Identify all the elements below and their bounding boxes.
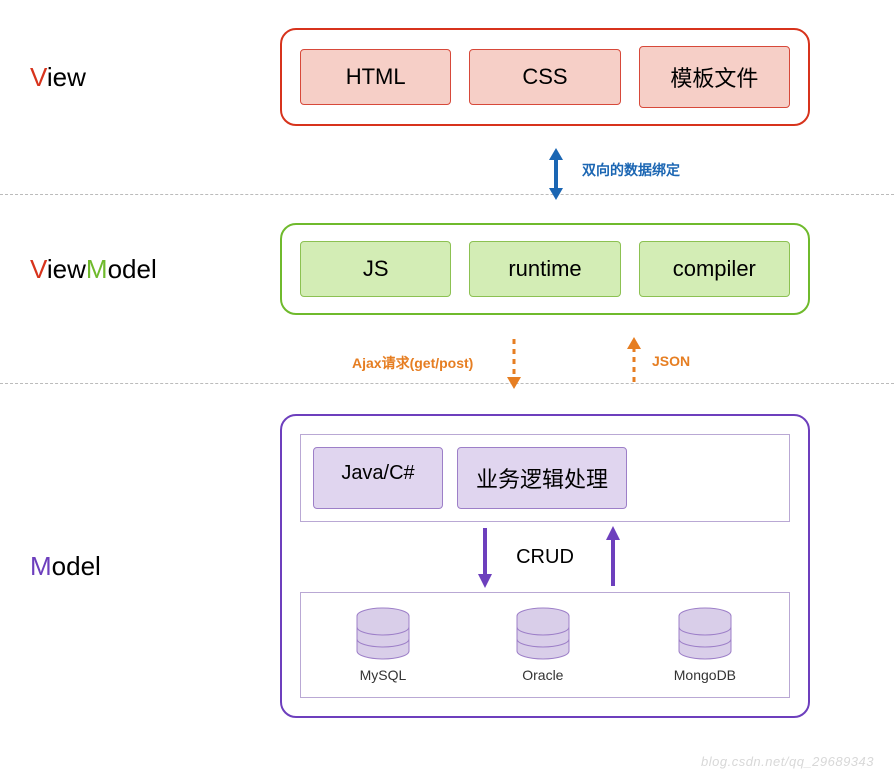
crud-up-arrow-icon bbox=[606, 526, 620, 588]
vm-model-arrow-zone: Ajax请求(get/post) JSON bbox=[0, 343, 894, 383]
watermark-text: blog.csdn.net/qq_29689343 bbox=[701, 754, 874, 769]
model-layer-box: Java/C# 业务逻辑处理 CRUD bbox=[280, 414, 810, 718]
two-way-binding-arrow-icon bbox=[546, 148, 566, 200]
db-mongodb-label: MongoDB bbox=[674, 667, 736, 683]
ajax-label: Ajax请求(get/post) bbox=[352, 353, 473, 373]
db-oracle-label: Oracle bbox=[522, 667, 563, 683]
db-mongodb: MongoDB bbox=[674, 607, 736, 683]
view-label-cap: V bbox=[30, 62, 47, 92]
model-logic-box: Java/C# 业务逻辑处理 bbox=[300, 434, 790, 522]
view-card-html: HTML bbox=[300, 49, 451, 105]
model-db-box: MySQL Oracle bbox=[300, 592, 790, 698]
crud-arrow-zone: CRUD bbox=[300, 522, 790, 592]
view-section: View HTML CSS 模板文件 bbox=[0, 0, 894, 154]
vm-label-mid2: odel bbox=[108, 254, 157, 284]
ajax-arrow-icon bbox=[505, 337, 523, 389]
viewmodel-label: ViewModel bbox=[30, 254, 280, 285]
model-label: Model bbox=[30, 551, 280, 582]
viewmodel-layer-box: JS runtime compiler bbox=[280, 223, 810, 315]
vm-label-cap1: V bbox=[30, 254, 47, 284]
two-way-binding-label: 双向的数据绑定 bbox=[582, 160, 680, 180]
database-icon bbox=[676, 607, 734, 661]
view-label: View bbox=[30, 62, 280, 93]
view-card-template: 模板文件 bbox=[639, 46, 790, 108]
viewmodel-section: ViewModel JS runtime compiler bbox=[0, 195, 894, 343]
vm-label-accent: M bbox=[86, 254, 108, 284]
view-label-rest: iew bbox=[47, 62, 86, 92]
model-label-rest: odel bbox=[52, 551, 101, 581]
vm-card-js: JS bbox=[300, 241, 451, 297]
db-mysql-label: MySQL bbox=[360, 667, 407, 683]
crud-label: CRUD bbox=[516, 546, 574, 569]
crud-down-arrow-icon bbox=[478, 526, 492, 588]
model-section: Model Java/C# 业务逻辑处理 CRUD bbox=[0, 384, 894, 748]
vm-label-mid1: iew bbox=[47, 254, 86, 284]
db-oracle: Oracle bbox=[514, 607, 572, 683]
view-vm-arrow-zone: 双向的数据绑定 bbox=[0, 154, 894, 194]
json-label: JSON bbox=[652, 353, 690, 369]
db-mysql: MySQL bbox=[354, 607, 412, 683]
vm-card-compiler: compiler bbox=[639, 241, 790, 297]
database-icon bbox=[514, 607, 572, 661]
json-arrow-icon bbox=[625, 337, 643, 389]
model-card-logic: 业务逻辑处理 bbox=[457, 447, 627, 509]
model-card-lang: Java/C# bbox=[313, 447, 443, 509]
database-icon bbox=[354, 607, 412, 661]
view-layer-box: HTML CSS 模板文件 bbox=[280, 28, 810, 126]
vm-card-runtime: runtime bbox=[469, 241, 620, 297]
model-label-cap: M bbox=[30, 551, 52, 581]
view-card-css: CSS bbox=[469, 49, 620, 105]
